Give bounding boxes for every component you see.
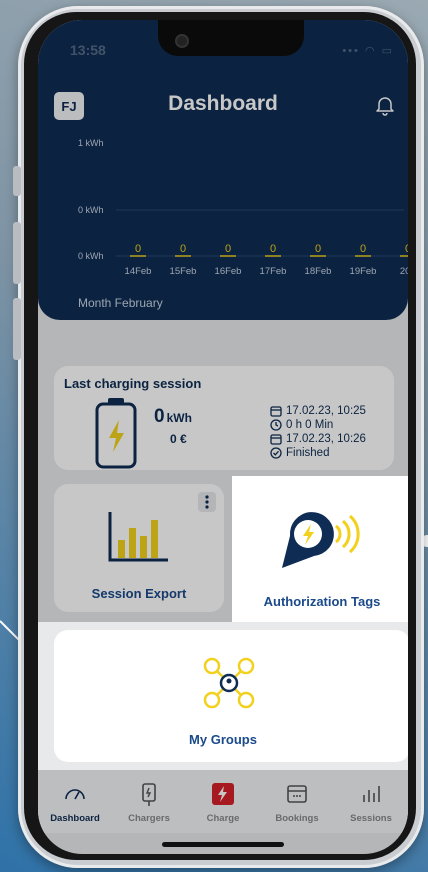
chart-x-tick-label: 16Feb <box>215 266 242 277</box>
my-groups-tile[interactable]: My Groups <box>38 622 408 770</box>
tab-bar: Dashboard Chargers Charge Bookings Sessi… <box>38 769 408 833</box>
more-options-icon[interactable] <box>198 492 216 512</box>
last-session-card[interactable]: Last charging session 0 kWh 0 € 17.02.23,… <box>54 366 394 470</box>
tab-dashboard[interactable]: Dashboard <box>38 769 112 833</box>
y-tick-label-top: 1 kWh <box>78 138 104 148</box>
clock-icon <box>270 419 282 431</box>
tab-chargers[interactable]: Chargers <box>112 769 186 833</box>
energy-chart: 1 kWh 0 kWh 0 kWh 0 14Feb 0 15Feb 0 16Feb 0 17F… <box>78 138 408 277</box>
chart-value-label: 0 <box>360 243 366 255</box>
last-session-title: Last charging session <box>64 376 202 391</box>
session-start: 17.02.23, 10:25 <box>286 405 366 417</box>
check-circle-icon <box>270 447 282 459</box>
chart-value-label: 0 <box>225 243 231 255</box>
authorization-tags-label: Authorization Tags <box>263 594 381 609</box>
screen: 13:58 ••• ◠ ▭ FJ Dashboard 1 kWh 0 kWh 0… <box>38 20 408 854</box>
chart-value-label: 0 <box>405 243 408 255</box>
session-status: Finished <box>286 447 330 459</box>
session-energy-unit: kWh <box>166 411 192 425</box>
page-title: Dashboard <box>168 92 278 115</box>
session-export-tile[interactable]: Session Export <box>54 484 224 612</box>
chart-value-label: 0 <box>135 243 141 255</box>
side-button-volume-up <box>13 222 21 284</box>
y-tick-label-base: 0 kWh <box>78 251 104 261</box>
bar-chart-icon <box>363 786 380 802</box>
calendar-icon <box>287 785 307 803</box>
calendar-icon <box>270 406 282 417</box>
authorization-tags-tile[interactable]: Authorization Tags <box>232 476 408 622</box>
side-button-volume-down <box>13 298 21 360</box>
my-groups-label: My Groups <box>189 732 257 747</box>
tab-charge-label: Charge <box>206 813 240 824</box>
status-icons: ••• ◠ ▭ <box>342 45 394 57</box>
home-indicator[interactable] <box>162 842 284 847</box>
battery-icon <box>95 398 137 469</box>
chart-footer: Month February <box>78 296 163 310</box>
tab-sessions-label: Sessions <box>350 813 392 824</box>
session-end: 17.02.23, 10:26 <box>286 433 366 445</box>
bell-icon[interactable] <box>374 94 396 116</box>
group-network-icon <box>203 657 255 709</box>
session-duration: 0 h 0 Min <box>286 419 334 431</box>
chart-x-tick-label: 20F <box>400 266 408 277</box>
chart-x-tick-label: 18Feb <box>305 266 332 277</box>
calendar-icon <box>270 434 282 445</box>
tab-dashboard-label: Dashboard <box>50 813 100 824</box>
session-energy: 0 kWh <box>154 406 192 428</box>
charger-icon <box>142 783 156 806</box>
session-export-label: Session Export <box>91 586 187 601</box>
bar-chart-icon <box>108 512 168 562</box>
tab-chargers-label: Chargers <box>128 813 170 824</box>
chart-value-label: 0 <box>315 243 321 255</box>
chart-value-label: 0 <box>180 243 186 255</box>
chart-x-tick-label: 19Feb <box>350 266 377 277</box>
chart-x-tick-label: 14Feb <box>125 266 152 277</box>
status-time: 13:58 <box>70 42 106 58</box>
side-button-mute <box>13 166 21 196</box>
camera-icon <box>175 34 189 48</box>
session-energy-value: 0 <box>154 406 165 427</box>
session-details: 17.02.23, 10:25 0 h 0 Min 17.02.23, 10:2… <box>270 404 366 460</box>
bolt-icon <box>212 783 234 805</box>
speedometer-icon <box>65 789 85 800</box>
dashboard-hero: 13:58 ••• ◠ ▭ FJ Dashboard 1 kWh 0 kWh 0… <box>38 20 408 320</box>
chart-value-label: 0 <box>270 243 276 255</box>
rfid-tag-icon <box>282 512 360 568</box>
tab-charge[interactable]: Charge <box>186 769 260 833</box>
chart-x-tick-label: 17Feb <box>260 266 287 277</box>
session-cost: 0 € <box>170 432 187 446</box>
tab-sessions[interactable]: Sessions <box>334 769 408 833</box>
y-tick-label-mid: 0 kWh <box>78 205 104 215</box>
tab-bookings[interactable]: Bookings <box>260 769 334 833</box>
tab-bookings-label: Bookings <box>275 813 319 824</box>
chart-x-tick-label: 15Feb <box>170 266 197 277</box>
